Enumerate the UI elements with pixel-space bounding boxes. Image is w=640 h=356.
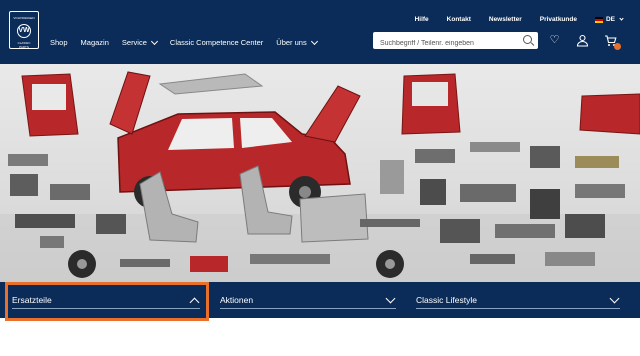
- cart-icon[interactable]: [604, 34, 621, 50]
- nav-label: Service: [121, 38, 147, 47]
- tab-label: Classic Lifestyle: [416, 295, 477, 305]
- search-box: [373, 32, 538, 52]
- germany-flag-icon: [594, 16, 603, 23]
- nav-ueber-uns[interactable]: Über uns: [276, 37, 318, 47]
- nav-label: Shop: [50, 38, 68, 47]
- vw-logo-icon: VW: [17, 24, 31, 38]
- topnav-kontakt[interactable]: Kontakt: [447, 16, 471, 23]
- header-icons: ♡: [548, 34, 621, 50]
- chevron-down-icon: [150, 37, 158, 45]
- search-icon[interactable]: [523, 35, 532, 44]
- search-input[interactable]: [373, 35, 513, 52]
- language-label: DE: [605, 16, 615, 23]
- tab-underline: [220, 308, 396, 309]
- tab-label: Aktionen: [220, 295, 254, 305]
- logo-line-top: VOLKSWAGEN: [13, 16, 35, 20]
- tab-underline: [12, 308, 200, 309]
- tab-label: Ersatzteile: [12, 295, 52, 305]
- page: VOLKSWAGEN VW CLASSIC PARTS Hilfe Kontak…: [0, 0, 640, 356]
- chevron-up-icon: [189, 297, 200, 307]
- volkswagen-classic-parts-logo[interactable]: VOLKSWAGEN VW CLASSIC PARTS: [9, 11, 39, 49]
- main-navigation: Shop Magazin Service Classic Competence …: [50, 37, 318, 47]
- nav-label: Classic Competence Center: [169, 38, 264, 47]
- tab-classic-lifestyle[interactable]: Classic Lifestyle: [404, 282, 628, 318]
- heart-icon[interactable]: ♡: [548, 34, 561, 47]
- tab-underline: [416, 308, 620, 309]
- user-icon[interactable]: [576, 34, 589, 47]
- nav-shop[interactable]: Shop: [50, 38, 68, 47]
- nav-service[interactable]: Service: [121, 37, 158, 47]
- top-navigation: Hilfe Kontakt Newsletter Privatkunde DE: [415, 16, 624, 23]
- topnav-hilfe[interactable]: Hilfe: [415, 16, 429, 23]
- language-selector[interactable]: DE: [594, 16, 624, 23]
- tab-ersatzteile[interactable]: Ersatzteile: [0, 282, 208, 318]
- logo-line-bottom: CLASSIC PARTS: [17, 41, 31, 49]
- hero-illustration: [0, 71, 640, 284]
- chevron-down-icon: [385, 293, 396, 303]
- site-header: VOLKSWAGEN VW CLASSIC PARTS Hilfe Kontak…: [0, 0, 640, 64]
- nav-classic-competence-center[interactable]: Classic Competence Center: [170, 38, 263, 47]
- chevron-down-icon: [310, 37, 318, 45]
- topnav-newsletter[interactable]: Newsletter: [489, 16, 522, 23]
- nav-magazin[interactable]: Magazin: [81, 38, 109, 47]
- topnav-privatkunde[interactable]: Privatkunde: [540, 16, 577, 23]
- chevron-down-icon: [609, 293, 620, 303]
- nav-label: Über uns: [276, 38, 307, 47]
- cart-badge: [614, 43, 621, 50]
- nav-label: Magazin: [80, 38, 109, 47]
- category-tabs: Ersatzteile Aktionen Classic Lifestyle: [0, 282, 640, 318]
- chevron-down-icon: [619, 16, 624, 21]
- hero-image-disassembled-golf: [0, 64, 640, 284]
- tab-aktionen[interactable]: Aktionen: [208, 282, 404, 318]
